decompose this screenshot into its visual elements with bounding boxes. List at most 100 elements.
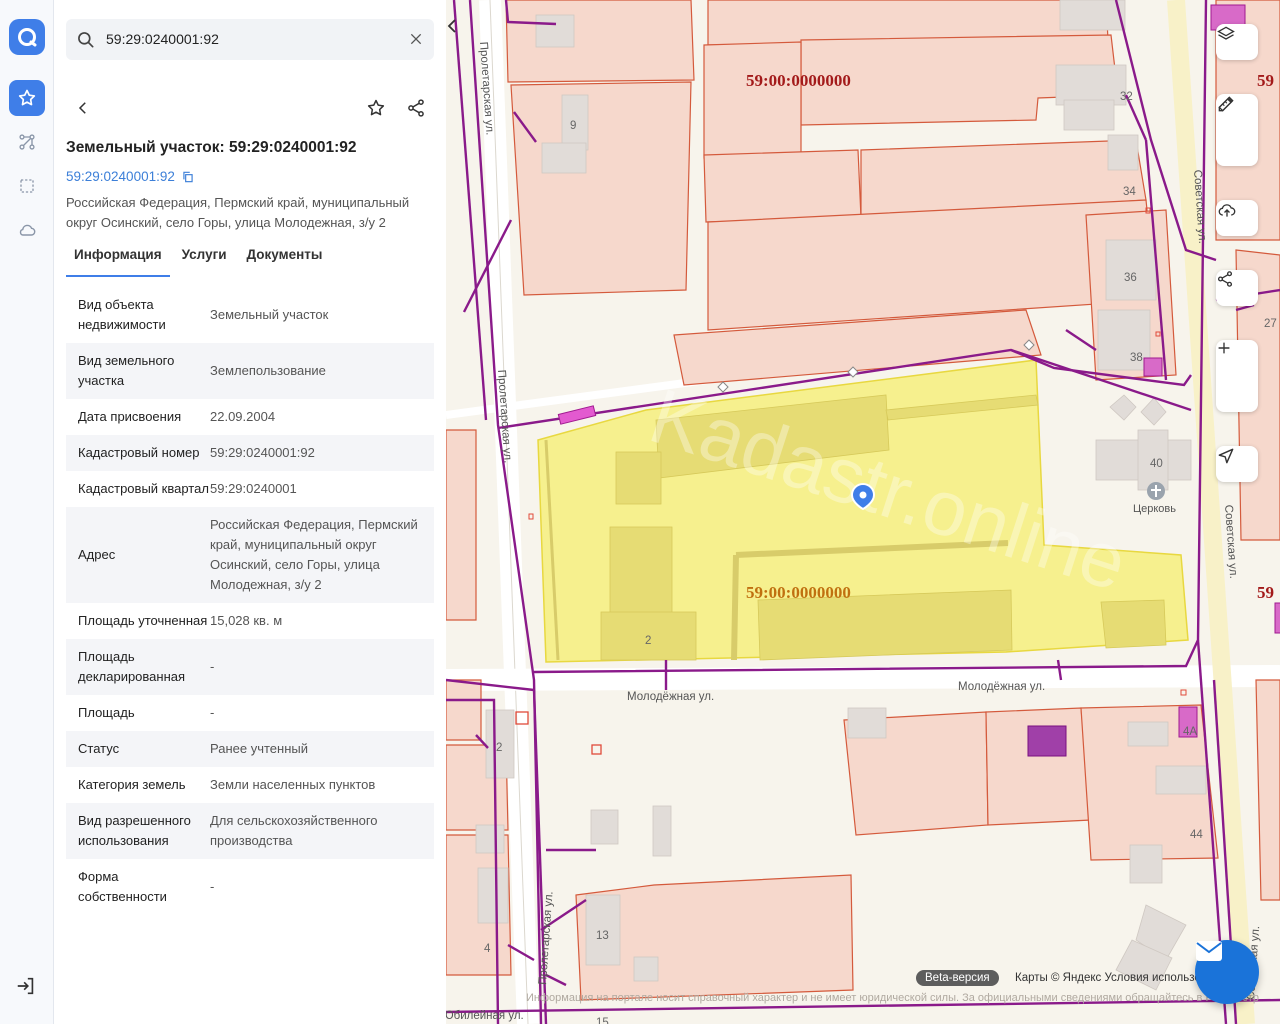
left-rail: [0, 0, 54, 1024]
house-number: 9: [570, 120, 576, 132]
cloud-button[interactable]: [9, 212, 45, 248]
feedback-button[interactable]: [1195, 940, 1259, 1004]
info-key: Дата присвоения: [78, 409, 182, 424]
cad-number-link[interactable]: 59:29:0240001:92: [66, 169, 195, 184]
info-row: Площадь -: [66, 695, 434, 731]
info-key: Адрес: [78, 547, 116, 562]
info-row: Площадь уточненная 15,028 кв. м: [66, 603, 434, 639]
house-number: 40: [1150, 458, 1163, 470]
info-value: -: [210, 879, 215, 894]
copy-icon[interactable]: [181, 170, 195, 184]
street-label-molodezhnaya-2: Молодёжная ул.: [958, 681, 1045, 693]
tab-info[interactable]: Информация: [66, 243, 170, 277]
cad-number-text[interactable]: 59:29:0240001:92: [66, 169, 175, 184]
info-key: Кадастровый номер: [78, 445, 200, 460]
locate-tool: [1216, 446, 1258, 482]
object-panel: 59:29:0240001:92 Земельный участок: 59:2…: [54, 0, 446, 1024]
info-value: -: [210, 705, 215, 720]
poi-label: Церковь: [1133, 503, 1176, 515]
house-number: 13: [596, 930, 609, 942]
layers-tool[interactable]: [1216, 24, 1258, 60]
street-label-yubileynaya: Юбилейная ул.: [446, 1010, 524, 1022]
object-address: Российская Федерация, Пермский край, мун…: [66, 195, 410, 230]
draw-button[interactable]: [1216, 97, 1258, 166]
info-value: Российская Федерация, Пермский край, мун…: [210, 517, 418, 592]
zoom-tool-group: [1216, 340, 1258, 412]
house-number: 36: [1124, 272, 1137, 284]
info-value: Землепользование: [210, 363, 326, 378]
house-number: 15: [596, 1017, 609, 1024]
measure-tool-group: [1216, 94, 1258, 166]
back-button[interactable]: [66, 91, 100, 125]
info-key: Площадь декларированная: [78, 649, 186, 684]
edit-icon: [1218, 97, 1233, 112]
info-row: Кадастровый квартал 59:29:0240001: [66, 471, 434, 507]
info-row: Категория земель Земли населенных пунктов: [66, 767, 434, 803]
house-number: 27: [1264, 318, 1277, 330]
info-key: Статус: [78, 741, 120, 756]
beta-badge: Beta-версия: [916, 970, 999, 986]
layers-button[interactable]: [1216, 24, 1258, 60]
quarter-label-top: 59:00:0000000: [746, 71, 851, 90]
house-number: 2: [496, 742, 502, 754]
favorites-button[interactable]: [9, 80, 45, 116]
info-value: -: [210, 659, 215, 674]
select-area-button[interactable]: [9, 168, 45, 204]
share-button[interactable]: [399, 91, 433, 125]
info-value: Земли населенных пунктов: [210, 777, 376, 792]
object-title: Земельный участок: 59:29:0240001:92: [66, 139, 357, 156]
chevron-left-icon: [78, 102, 86, 114]
info-row: Площадь декларированная -: [66, 639, 434, 695]
route-tool-button[interactable]: [9, 124, 45, 160]
clear-search-icon[interactable]: [408, 31, 424, 47]
house-number: 32: [1120, 91, 1133, 103]
app-logo[interactable]: [9, 19, 45, 55]
favorite-button[interactable]: [359, 91, 393, 125]
info-row: Вид разрешенного использования Для сельск…: [66, 803, 434, 859]
info-row: Вид объекта недвижимости Земельный участо…: [66, 287, 434, 343]
cloud-upload-icon: [1218, 204, 1236, 217]
mail-icon: [1196, 941, 1222, 961]
info-row: Дата присвоения 22.09.2004: [66, 399, 434, 435]
house-number: 2: [645, 635, 651, 647]
house-number: 44: [1190, 829, 1203, 841]
navigation-icon: [1218, 448, 1234, 464]
info-row: Форма собственности -: [66, 859, 434, 915]
info-key: Вид разрешенного использования: [78, 813, 191, 848]
info-key: Форма собственности: [78, 869, 167, 904]
minus-icon: [1218, 347, 1230, 349]
map-canvas[interactable]: Kadastr.online 59:00:0000000 59:00:00000…: [446, 0, 1280, 1024]
locate-button[interactable]: [1216, 446, 1258, 482]
info-row: Адрес Российская Федерация, Пермский край…: [66, 507, 434, 603]
logout-icon: [17, 977, 34, 995]
layers-icon: [1217, 26, 1235, 40]
street-label-molodezhnaya-1: Молодёжная ул.: [627, 691, 714, 703]
info-value: Земельный участок: [210, 307, 329, 322]
map-share-button[interactable]: [1216, 270, 1258, 306]
map-view[interactable]: Kadastr.online 59:00:0000000 59:00:00000…: [446, 0, 1280, 1024]
info-value: 59:29:0240001: [210, 481, 297, 496]
house-number: 4А: [1183, 726, 1197, 738]
upload-button[interactable]: [1216, 200, 1258, 236]
star-icon: [18, 89, 36, 106]
logo-icon: [18, 28, 37, 47]
nodes-icon: [19, 134, 35, 150]
info-value: 59:29:0240001:92: [210, 445, 315, 460]
quarter-label-selected: 59:00:0000000: [746, 583, 851, 602]
search-icon: [78, 32, 94, 48]
share-tool: [1216, 270, 1258, 306]
share-icon: [1217, 271, 1233, 287]
tab-documents[interactable]: Документы: [239, 243, 331, 277]
quarter-label-right: 59: [1257, 71, 1274, 90]
search-input[interactable]: 59:29:0240001:92: [106, 31, 219, 47]
collapse-panel-button[interactable]: [446, 18, 468, 54]
info-key: Вид объекта недвижимости: [78, 297, 166, 332]
info-key: Площадь уточненная: [78, 613, 208, 628]
zoom-out-button[interactable]: [1216, 347, 1258, 412]
house-number: 34: [1123, 186, 1136, 198]
star-icon: [367, 99, 385, 116]
search-bar[interactable]: 59:29:0240001:92: [66, 19, 434, 60]
info-key: Категория земель: [78, 777, 186, 792]
tab-services[interactable]: Услуги: [174, 243, 235, 277]
logout-button[interactable]: [15, 975, 37, 1002]
